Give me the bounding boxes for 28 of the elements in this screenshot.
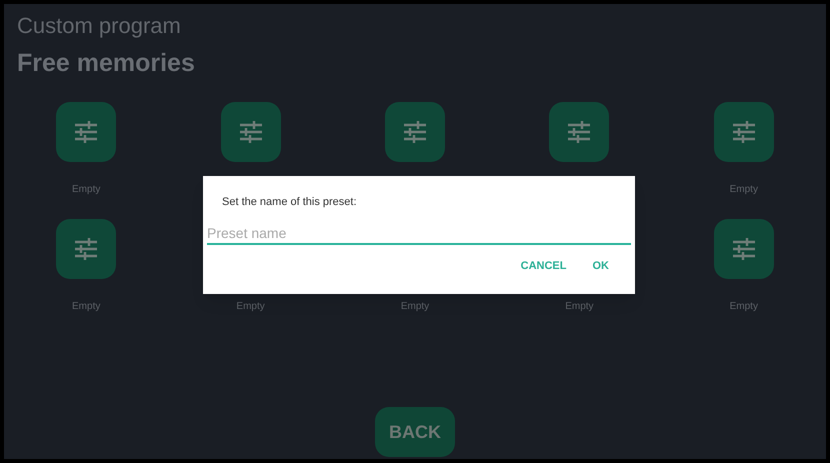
sliders-icon <box>730 120 757 144</box>
preset-tile[interactable] <box>56 102 116 162</box>
preset-tile[interactable] <box>714 102 774 162</box>
sliders-icon <box>402 120 428 144</box>
preset-tile[interactable] <box>549 102 610 162</box>
preset-tile[interactable] <box>714 219 774 279</box>
preset-label: Empty <box>565 300 594 314</box>
preset-label: Empty <box>72 183 100 197</box>
sliders-icon <box>730 237 757 261</box>
screen-subtitle: Custom program <box>17 12 182 40</box>
dialog-message: Set the name of this preset: <box>222 195 358 210</box>
sliders-icon <box>238 120 264 144</box>
preset-name-field[interactable]: Preset name <box>207 222 631 244</box>
preset-label: Empty <box>72 300 100 314</box>
preset-label: Empty <box>730 300 758 314</box>
preset-label: Empty <box>236 300 265 314</box>
preset-label: Empty <box>730 183 758 197</box>
sliders-icon <box>73 237 100 261</box>
sliders-icon <box>566 120 592 144</box>
screen-title: Free memories <box>17 48 196 79</box>
preset-tile[interactable] <box>56 219 116 279</box>
preset-tile[interactable] <box>220 102 281 162</box>
preset-label: Empty <box>400 300 430 314</box>
back-button[interactable]: BACK <box>375 407 455 457</box>
sliders-icon <box>73 120 100 144</box>
dialog-button[interactable]: OK <box>592 258 609 274</box>
dialog-button[interactable]: CANCEL <box>520 258 566 274</box>
preset-tile[interactable] <box>384 102 445 162</box>
